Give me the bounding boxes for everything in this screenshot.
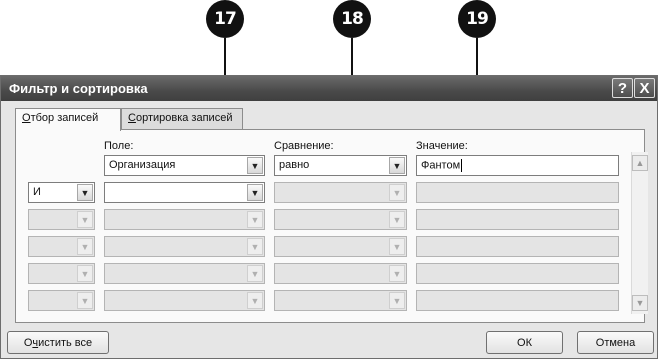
chevron-down-icon: ▼ xyxy=(247,265,263,282)
clear-all-button[interactable]: Очистить все xyxy=(7,331,109,354)
comparison-select[interactable]: равно ▼ xyxy=(274,155,407,176)
field-header: Поле: xyxy=(104,140,134,152)
tab-label: тбор записей xyxy=(30,112,99,124)
cancel-button[interactable]: Отмена xyxy=(577,331,654,354)
comparison-select-3: ▼ xyxy=(274,209,407,230)
tab-accel: О xyxy=(22,112,31,124)
field-select-2[interactable]: ▼ xyxy=(104,182,265,203)
vertical-scrollbar[interactable]: ▲ ▼ xyxy=(631,152,648,314)
ok-label: ОК xyxy=(517,336,532,349)
tab-label: ортировка записей xyxy=(135,112,233,124)
chevron-down-icon: ▼ xyxy=(77,265,93,282)
field-select[interactable]: Организация ▼ xyxy=(104,155,265,176)
filter-sort-dialog: Фильтр и сортировка ? X Отбор записей Со… xyxy=(0,75,658,359)
title-bar[interactable]: Фильтр и сортировка ? X xyxy=(1,76,657,101)
comparison-header: Сравнение: xyxy=(274,140,334,152)
chevron-down-icon: ▼ xyxy=(389,238,405,255)
value-input-3 xyxy=(416,209,619,230)
chevron-down-icon: ▼ xyxy=(77,211,93,228)
chevron-down-icon: ▼ xyxy=(389,211,405,228)
scroll-down-icon[interactable]: ▼ xyxy=(632,295,648,311)
chevron-down-icon[interactable]: ▼ xyxy=(77,184,93,201)
scroll-up-icon[interactable]: ▲ xyxy=(632,155,648,171)
callout-17: 17 xyxy=(206,0,244,165)
chevron-down-icon: ▼ xyxy=(389,265,405,282)
field-select-3: ▼ xyxy=(104,209,265,230)
ok-button[interactable]: ОК xyxy=(486,331,563,354)
clear-all-label: Очистить все xyxy=(23,336,93,349)
chevron-down-icon[interactable]: ▼ xyxy=(247,157,263,174)
help-icon: ? xyxy=(617,79,628,97)
chevron-down-icon: ▼ xyxy=(247,292,263,309)
value-input-4 xyxy=(416,236,619,257)
connector-select-6: ▼ xyxy=(28,290,95,311)
connector-select[interactable]: И ▼ xyxy=(28,182,95,203)
value-input[interactable]: Фантом xyxy=(416,155,619,176)
field-value: Организация xyxy=(109,159,176,171)
dialog-title: Фильтр и сортировка xyxy=(9,81,148,96)
value-header: Значение: xyxy=(416,140,468,152)
text-cursor xyxy=(461,159,463,172)
value-input-6 xyxy=(416,290,619,311)
close-icon: X xyxy=(639,79,650,97)
chevron-down-icon: ▼ xyxy=(77,292,93,309)
tab-record-sort[interactable]: Сортировка записей xyxy=(121,108,243,130)
comparison-select-6: ▼ xyxy=(274,290,407,311)
value-text: Фантом xyxy=(421,159,463,172)
callout-number: 17 xyxy=(206,0,244,38)
tab-record-filter[interactable]: Отбор записей xyxy=(15,108,121,131)
comparison-select-2: ▼ xyxy=(274,182,407,203)
callout-18: 18 xyxy=(333,0,371,165)
chevron-down-icon[interactable]: ▼ xyxy=(389,157,405,174)
value-input-2 xyxy=(416,182,619,203)
connector-select-4: ▼ xyxy=(28,236,95,257)
comparison-select-4: ▼ xyxy=(274,236,407,257)
connector-value: И xyxy=(33,186,41,198)
field-select-5: ▼ xyxy=(104,263,265,284)
cancel-label: Отмена xyxy=(595,336,636,349)
connector-select-3: ▼ xyxy=(28,209,95,230)
chevron-down-icon: ▼ xyxy=(77,238,93,255)
field-select-4: ▼ xyxy=(104,236,265,257)
tab-accel: С xyxy=(128,112,136,124)
help-button[interactable]: ? xyxy=(612,78,633,98)
callout-number: 19 xyxy=(458,0,496,38)
filter-panel: Поле: Сравнение: Значение: Организация ▼… xyxy=(15,129,648,323)
callout-number: 18 xyxy=(333,0,371,38)
value-input-5 xyxy=(416,263,619,284)
comparison-value: равно xyxy=(279,159,310,171)
chevron-down-icon[interactable]: ▼ xyxy=(247,184,263,201)
chevron-down-icon: ▼ xyxy=(247,211,263,228)
close-button[interactable]: X xyxy=(634,78,655,98)
chevron-down-icon: ▼ xyxy=(389,292,405,309)
chevron-down-icon: ▼ xyxy=(389,184,405,201)
callout-19: 19 xyxy=(458,0,496,165)
field-select-6: ▼ xyxy=(104,290,265,311)
comparison-select-5: ▼ xyxy=(274,263,407,284)
connector-select-5: ▼ xyxy=(28,263,95,284)
chevron-down-icon: ▼ xyxy=(247,238,263,255)
